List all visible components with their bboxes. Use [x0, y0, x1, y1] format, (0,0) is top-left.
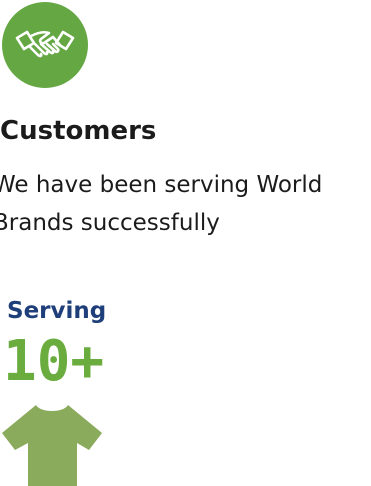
- handshake-icon: [15, 30, 75, 58]
- tshirt-icon: [2, 405, 102, 486]
- stat-value: 10+: [3, 329, 105, 394]
- feature-title: Customers: [0, 116, 157, 146]
- stat-label: Serving: [7, 298, 107, 324]
- feature-description: We have been serving World Brands succes…: [0, 172, 323, 236]
- handshake-icon-badge: [2, 2, 88, 88]
